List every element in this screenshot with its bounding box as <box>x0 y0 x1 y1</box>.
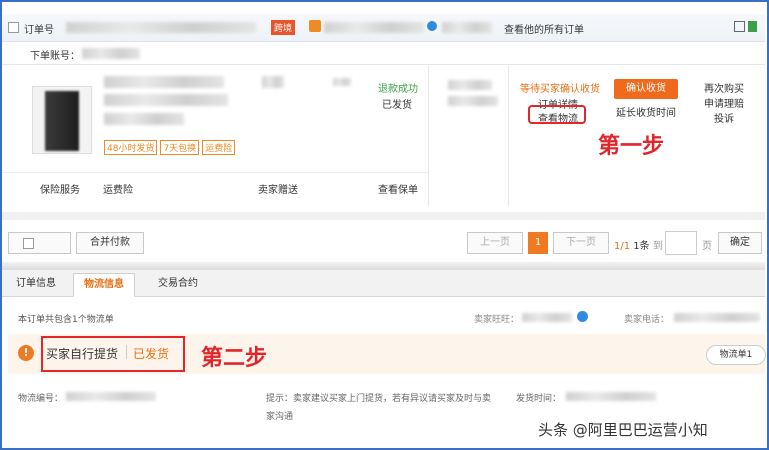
divider <box>428 66 429 206</box>
seller-name <box>324 22 424 33</box>
product-spec <box>104 113 184 125</box>
wangwang-icon[interactable] <box>577 311 588 322</box>
seller-phone-value <box>674 313 760 322</box>
seller-name-tail <box>442 22 492 33</box>
flag-icon[interactable] <box>748 21 757 32</box>
product-qty <box>333 78 351 86</box>
pickup-hint-line2: 家沟通 <box>266 412 294 422</box>
view-all-orders-link[interactable]: 查看他的所有订单 <box>504 21 584 36</box>
view-policy-link[interactable]: 查看保单 <box>378 181 418 196</box>
watermark-text: 头条 @阿里巴巴运营小知 <box>538 421 708 439</box>
pickup-hint-line1: 提示：卖家建议买家上门提货，若有异议请买家及时与卖 <box>266 394 492 404</box>
waybill-no-label: 物流编号： <box>18 394 64 404</box>
ship-time-label: 发货时间： <box>516 394 562 404</box>
waiting-confirm-text: 等待买家确认收货 <box>520 84 600 95</box>
goto-label: 到 <box>653 241 663 252</box>
tab-trade-contract[interactable]: 交易合约 <box>148 273 208 297</box>
waybill-no-value <box>66 392 156 401</box>
insurance-service-label: 保险服务 <box>40 185 80 196</box>
product-image[interactable] <box>32 86 92 154</box>
next-page-button[interactable]: 下一页 <box>553 232 609 254</box>
complaint-link[interactable]: 投诉 <box>714 110 734 125</box>
section-gap <box>2 212 765 220</box>
ship-time-value <box>566 392 656 401</box>
step1-highlight <box>528 105 586 124</box>
ship-status: 已发货 <box>382 100 412 111</box>
product-price <box>262 76 284 88</box>
account-value <box>82 48 140 59</box>
seller-wangwang-value <box>522 313 572 322</box>
page-unit: 页 <box>702 241 712 252</box>
current-page[interactable]: 1 <box>528 232 548 254</box>
wangwang-icon[interactable] <box>427 21 437 31</box>
divider <box>2 64 765 65</box>
page-fraction: 1/1 <box>614 241 631 252</box>
freight-insurance-label: 运费险 <box>103 185 133 196</box>
order-header: 订单号 跨境 查看他的所有订单 <box>2 14 765 42</box>
screenshot-frame <box>0 0 769 450</box>
tab-logistics-info[interactable]: 物流信息 <box>73 273 135 297</box>
account-label: 下单账号： <box>30 51 80 62</box>
product-title-line1[interactable] <box>104 76 224 88</box>
order-amount <box>448 80 492 90</box>
order-amount-paid <box>448 96 498 106</box>
cross-border-tag: 跨境 <box>271 20 296 35</box>
merge-pay-button[interactable]: 合并付款 <box>76 232 144 254</box>
record-count: 1条 <box>633 241 650 252</box>
order-no-label: 订单号 <box>24 25 54 36</box>
badge-freight: 运费险 <box>202 140 236 155</box>
step1-annotation: 第一步 <box>598 134 665 159</box>
tab-order-info[interactable]: 订单信息 <box>6 273 66 297</box>
waybill-tab-button[interactable]: 物流单1 <box>706 345 766 365</box>
prev-page-button[interactable]: 上一页 <box>467 232 523 254</box>
select-all-checkbox[interactable] <box>23 238 34 249</box>
logistics-count-text: 本订单共包含1个物流单 <box>18 315 114 325</box>
note-icon[interactable] <box>734 21 745 32</box>
service-badges: 48小时发货 7天包换 运费险 <box>104 140 236 155</box>
step2-highlight <box>41 336 185 372</box>
select-all-box[interactable] <box>8 232 71 254</box>
divider <box>2 172 428 173</box>
store-icon <box>309 20 321 32</box>
info-icon: ! <box>18 345 34 361</box>
detail-tabs: 订单信息 物流信息 交易合约 <box>2 270 765 297</box>
seller-phone-label: 卖家电话： <box>624 315 670 325</box>
badge-48h: 48小时发货 <box>104 140 158 155</box>
product-title-line2[interactable] <box>104 94 228 106</box>
seller-gift-label: 卖家赠送 <box>258 185 298 196</box>
order-checkbox[interactable] <box>8 22 19 33</box>
seller-wangwang-label: 卖家旺旺： <box>474 315 520 325</box>
section-gap <box>2 262 765 270</box>
page-input[interactable] <box>665 231 697 255</box>
claim-link[interactable]: 申请理赔 <box>704 95 744 110</box>
page-info: 1/1 1条 <box>614 237 650 252</box>
step2-annotation: 第二步 <box>201 346 268 371</box>
divider <box>508 66 509 206</box>
goto-confirm-button[interactable]: 确定 <box>718 232 762 254</box>
extend-receipt-link[interactable]: 延长收货时间 <box>616 104 676 119</box>
refund-status[interactable]: 退款成功 <box>378 80 418 95</box>
badge-7day: 7天包换 <box>160 140 200 155</box>
order-no-value <box>66 22 256 33</box>
confirm-receipt-button[interactable]: 确认收货 <box>614 79 678 99</box>
rebuy-link[interactable]: 再次购买 <box>704 80 744 95</box>
